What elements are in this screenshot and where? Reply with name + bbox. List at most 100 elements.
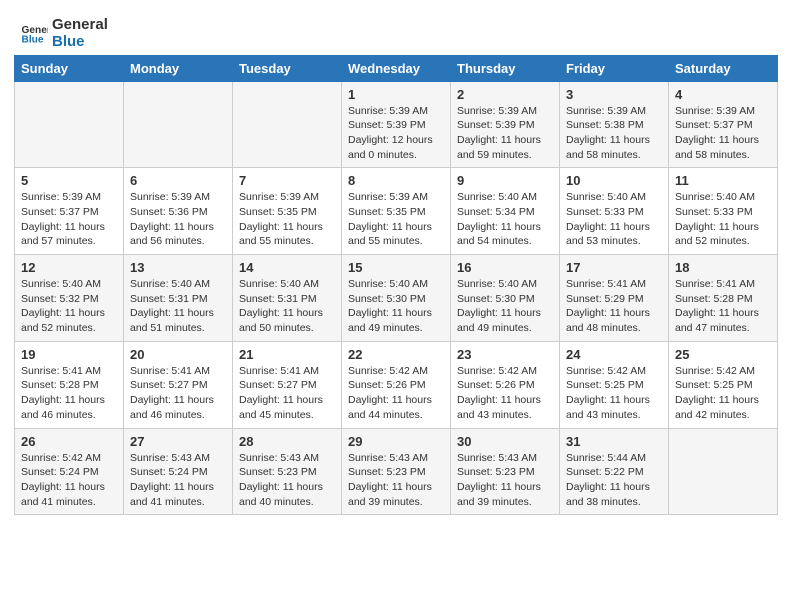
day-info: Sunrise: 5:40 AM Sunset: 5:32 PM Dayligh…: [21, 277, 117, 336]
calendar-day-27: 27Sunrise: 5:43 AM Sunset: 5:24 PM Dayli…: [124, 428, 233, 515]
calendar-day-6: 6Sunrise: 5:39 AM Sunset: 5:36 PM Daylig…: [124, 168, 233, 255]
calendar-empty-cell: [124, 81, 233, 168]
day-info: Sunrise: 5:42 AM Sunset: 5:24 PM Dayligh…: [21, 451, 117, 510]
calendar-day-7: 7 Sunrise: 5:39 AM Sunset: 5:35 PM Daylig…: [233, 168, 342, 255]
logo-text-general: General: [52, 16, 108, 33]
weekday-header-thursday: Thursday: [451, 55, 560, 81]
day-number: 20: [130, 347, 226, 362]
calendar-day-19: 19Sunrise: 5:41 AM Sunset: 5:28 PM Dayli…: [15, 341, 124, 428]
day-number: 22: [348, 347, 444, 362]
day-info: Sunrise: 5:39 AM Sunset: 5:37 PM Dayligh…: [675, 104, 771, 163]
calendar-empty-cell: [669, 428, 778, 515]
calendar-empty-cell: [15, 81, 124, 168]
day-info: Sunrise: 5:39 AM Sunset: 5:39 PM Dayligh…: [457, 104, 553, 163]
calendar-day-3: 3 Sunrise: 5:39 AM Sunset: 5:38 PM Daylig…: [560, 81, 669, 168]
calendar-container: SundayMondayTuesdayWednesdayThursdayFrid…: [0, 55, 792, 526]
calendar-week-row: 1 Sunrise: 5:39 AM Sunset: 5:39 PM Daylig…: [15, 81, 778, 168]
calendar-day-8: 8 Sunrise: 5:39 AM Sunset: 5:35 PM Daylig…: [342, 168, 451, 255]
calendar-day-4: 4 Sunrise: 5:39 AM Sunset: 5:37 PM Daylig…: [669, 81, 778, 168]
day-info: Sunrise: 5:42 AM Sunset: 5:26 PM Dayligh…: [348, 364, 444, 423]
weekday-header-tuesday: Tuesday: [233, 55, 342, 81]
day-number: 5: [21, 173, 117, 188]
day-number: 12: [21, 260, 117, 275]
calendar-week-row: 19Sunrise: 5:41 AM Sunset: 5:28 PM Dayli…: [15, 341, 778, 428]
day-number: 2: [457, 87, 553, 102]
weekday-header-friday: Friday: [560, 55, 669, 81]
day-number: 8: [348, 173, 444, 188]
day-number: 30: [457, 434, 553, 449]
calendar-day-10: 10Sunrise: 5:40 AM Sunset: 5:33 PM Dayli…: [560, 168, 669, 255]
day-number: 25: [675, 347, 771, 362]
calendar-day-31: 31 Sunrise: 5:44 AM Sunset: 5:22 PM Dayli…: [560, 428, 669, 515]
calendar-day-18: 18 Sunrise: 5:41 AM Sunset: 5:28 PM Dayli…: [669, 255, 778, 342]
day-info: Sunrise: 5:39 AM Sunset: 5:38 PM Dayligh…: [566, 104, 662, 163]
day-number: 3: [566, 87, 662, 102]
day-info: Sunrise: 5:40 AM Sunset: 5:30 PM Dayligh…: [348, 277, 444, 336]
day-info: Sunrise: 5:39 AM Sunset: 5:39 PM Dayligh…: [348, 104, 444, 163]
calendar-day-24: 24 Sunrise: 5:42 AM Sunset: 5:25 PM Dayli…: [560, 341, 669, 428]
day-info: Sunrise: 5:39 AM Sunset: 5:37 PM Dayligh…: [21, 190, 117, 249]
day-number: 31: [566, 434, 662, 449]
day-number: 26: [21, 434, 117, 449]
weekday-header-monday: Monday: [124, 55, 233, 81]
day-number: 11: [675, 173, 771, 188]
calendar-day-15: 15Sunrise: 5:40 AM Sunset: 5:30 PM Dayli…: [342, 255, 451, 342]
page-header: General Blue General Blue: [0, 0, 792, 55]
day-info: Sunrise: 5:44 AM Sunset: 5:22 PM Dayligh…: [566, 451, 662, 510]
day-number: 4: [675, 87, 771, 102]
day-info: Sunrise: 5:39 AM Sunset: 5:35 PM Dayligh…: [348, 190, 444, 249]
calendar-day-23: 23 Sunrise: 5:42 AM Sunset: 5:26 PM Dayli…: [451, 341, 560, 428]
day-number: 23: [457, 347, 553, 362]
day-number: 18: [675, 260, 771, 275]
day-number: 28: [239, 434, 335, 449]
logo: General Blue General Blue: [20, 16, 108, 51]
day-info: Sunrise: 5:42 AM Sunset: 5:26 PM Dayligh…: [457, 364, 553, 423]
day-info: Sunrise: 5:43 AM Sunset: 5:23 PM Dayligh…: [239, 451, 335, 510]
calendar-day-21: 21Sunrise: 5:41 AM Sunset: 5:27 PM Dayli…: [233, 341, 342, 428]
day-info: Sunrise: 5:43 AM Sunset: 5:23 PM Dayligh…: [348, 451, 444, 510]
day-info: Sunrise: 5:41 AM Sunset: 5:29 PM Dayligh…: [566, 277, 662, 336]
calendar-day-16: 16Sunrise: 5:40 AM Sunset: 5:30 PM Dayli…: [451, 255, 560, 342]
day-number: 14: [239, 260, 335, 275]
weekday-header-wednesday: Wednesday: [342, 55, 451, 81]
calendar-day-9: 9 Sunrise: 5:40 AM Sunset: 5:34 PM Daylig…: [451, 168, 560, 255]
calendar-week-row: 5 Sunrise: 5:39 AM Sunset: 5:37 PM Daylig…: [15, 168, 778, 255]
day-number: 9: [457, 173, 553, 188]
day-info: Sunrise: 5:40 AM Sunset: 5:34 PM Dayligh…: [457, 190, 553, 249]
day-info: Sunrise: 5:42 AM Sunset: 5:25 PM Dayligh…: [675, 364, 771, 423]
logo-text-blue: Blue: [52, 33, 108, 50]
day-number: 7: [239, 173, 335, 188]
calendar-day-29: 29Sunrise: 5:43 AM Sunset: 5:23 PM Dayli…: [342, 428, 451, 515]
day-number: 17: [566, 260, 662, 275]
calendar-day-5: 5 Sunrise: 5:39 AM Sunset: 5:37 PM Daylig…: [15, 168, 124, 255]
day-info: Sunrise: 5:39 AM Sunset: 5:35 PM Dayligh…: [239, 190, 335, 249]
calendar-day-17: 17 Sunrise: 5:41 AM Sunset: 5:29 PM Dayli…: [560, 255, 669, 342]
day-info: Sunrise: 5:39 AM Sunset: 5:36 PM Dayligh…: [130, 190, 226, 249]
day-info: Sunrise: 5:42 AM Sunset: 5:25 PM Dayligh…: [566, 364, 662, 423]
calendar-table: SundayMondayTuesdayWednesdayThursdayFrid…: [14, 55, 778, 516]
calendar-header: SundayMondayTuesdayWednesdayThursdayFrid…: [15, 55, 778, 81]
calendar-day-2: 2 Sunrise: 5:39 AM Sunset: 5:39 PM Daylig…: [451, 81, 560, 168]
calendar-empty-cell: [233, 81, 342, 168]
day-info: Sunrise: 5:40 AM Sunset: 5:33 PM Dayligh…: [675, 190, 771, 249]
day-number: 24: [566, 347, 662, 362]
calendar-day-14: 14Sunrise: 5:40 AM Sunset: 5:31 PM Dayli…: [233, 255, 342, 342]
day-number: 19: [21, 347, 117, 362]
day-info: Sunrise: 5:43 AM Sunset: 5:23 PM Dayligh…: [457, 451, 553, 510]
calendar-week-row: 26 Sunrise: 5:42 AM Sunset: 5:24 PM Dayli…: [15, 428, 778, 515]
day-number: 16: [457, 260, 553, 275]
calendar-body: 1 Sunrise: 5:39 AM Sunset: 5:39 PM Daylig…: [15, 81, 778, 515]
day-info: Sunrise: 5:41 AM Sunset: 5:28 PM Dayligh…: [675, 277, 771, 336]
day-number: 27: [130, 434, 226, 449]
weekday-header-saturday: Saturday: [669, 55, 778, 81]
calendar-week-row: 12 Sunrise: 5:40 AM Sunset: 5:32 PM Dayli…: [15, 255, 778, 342]
svg-text:Blue: Blue: [22, 35, 44, 46]
calendar-day-30: 30 Sunrise: 5:43 AM Sunset: 5:23 PM Dayli…: [451, 428, 560, 515]
calendar-day-1: 1 Sunrise: 5:39 AM Sunset: 5:39 PM Daylig…: [342, 81, 451, 168]
calendar-day-20: 20Sunrise: 5:41 AM Sunset: 5:27 PM Dayli…: [124, 341, 233, 428]
day-number: 1: [348, 87, 444, 102]
weekday-header-sunday: Sunday: [15, 55, 124, 81]
calendar-day-12: 12 Sunrise: 5:40 AM Sunset: 5:32 PM Dayli…: [15, 255, 124, 342]
weekday-header-row: SundayMondayTuesdayWednesdayThursdayFrid…: [15, 55, 778, 81]
day-number: 21: [239, 347, 335, 362]
